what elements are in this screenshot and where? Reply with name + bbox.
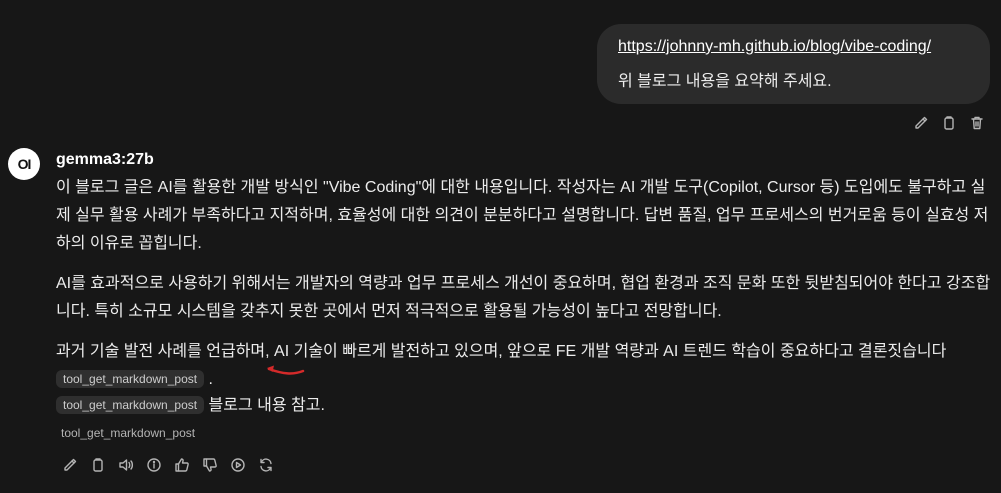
annotation-arrow-icon [267,365,305,375]
user-message-text: 위 블로그 내용을 요약해 주세요. [618,73,832,90]
regenerate-icon[interactable] [256,455,275,474]
assistant-response: 이 블로그 글은 AI를 활용한 개발 방식인 "Vibe Coding"에 대… [56,174,991,406]
reference-line: tool_get_markdown_post 블로그 내용 참고. [56,396,325,416]
reference-chip[interactable]: tool_get_markdown_post [56,396,205,414]
response-paragraph-2: AI를 효과적으로 사용하기 위해서는 개발자의 역량과 업무 프로세스 개선이… [56,275,991,320]
user-message-bubble: https://johnny-mh.github.io/blog/vibe-co… [597,24,990,104]
edit-icon[interactable] [911,113,930,132]
read-aloud-icon[interactable] [116,455,135,474]
copy-icon[interactable] [939,113,958,132]
reference-text: 블로그 내용 참고. [208,397,325,414]
continue-icon[interactable] [228,455,247,474]
model-name: gemma3:27b [56,151,154,168]
user-message-link[interactable]: https://johnny-mh.github.io/blog/vibe-co… [618,37,970,57]
delete-icon[interactable] [967,113,986,132]
thumbs-down-icon[interactable] [200,455,219,474]
response-paragraph-3-text: 과거 기술 발전 사례를 언급하며, AI 기술이 빠르게 발전하고 있으며, … [56,343,947,360]
response-paragraph-1: 이 블로그 글은 AI를 활용한 개발 방식인 "Vibe Coding"에 대… [56,179,989,252]
edit-icon[interactable] [60,455,79,474]
citation-chip[interactable]: tool_get_markdown_post [56,370,205,388]
avatar-text: OI [17,156,32,172]
response-paragraph-3: 과거 기술 발전 사례를 언급하며, AI 기술이 빠르게 발전하고 있으며, … [56,338,991,394]
assistant-message-actions [60,455,275,474]
user-message-actions [911,113,986,132]
assistant-avatar: OI [8,148,40,180]
copy-icon[interactable] [88,455,107,474]
response-paragraph-3-end: . [208,371,213,388]
thumbs-up-icon[interactable] [172,455,191,474]
info-icon[interactable] [144,455,163,474]
source-label[interactable]: tool_get_markdown_post [61,426,195,440]
